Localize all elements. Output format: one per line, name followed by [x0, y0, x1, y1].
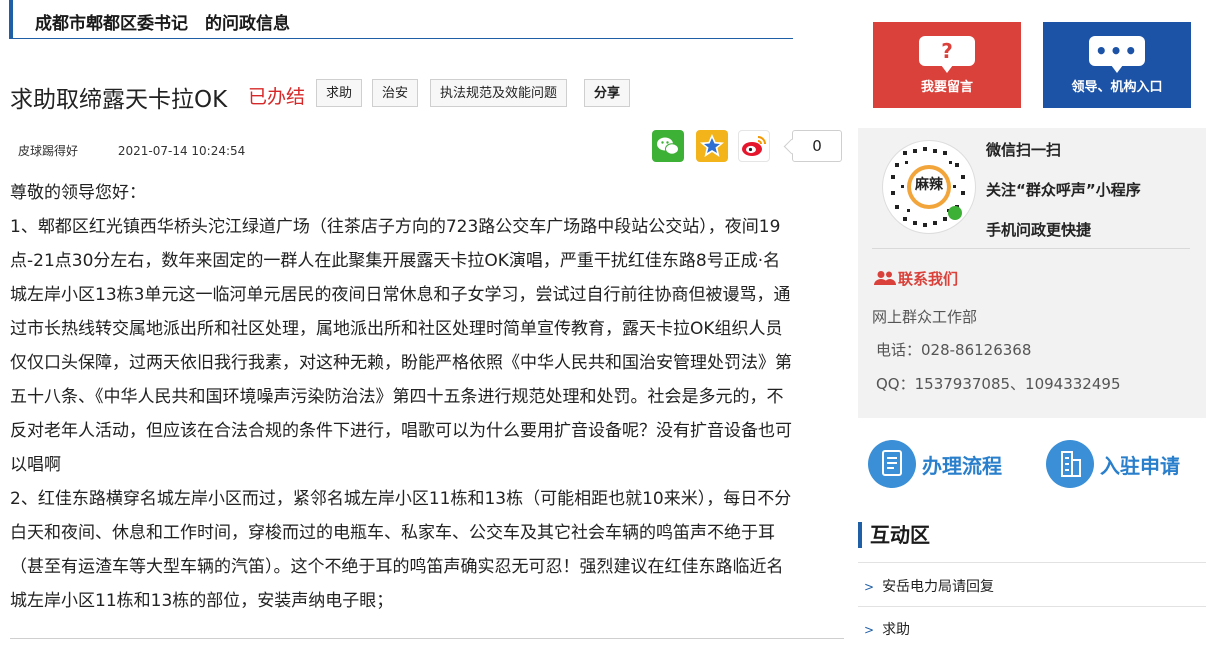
question-mark-icon: ? — [941, 39, 953, 63]
share-count: 0 — [792, 130, 842, 162]
ellipsis-icon: ••• — [1094, 39, 1140, 63]
leader-entry-button[interactable]: ••• 领导、机构入口 — [1043, 22, 1191, 108]
qr-line-mobile: 手机问政更快捷 — [986, 221, 1092, 239]
chevron-right-icon: > — [864, 580, 875, 594]
post-meta: 皮球踢得好 2021-07-14 10:24:54 — [18, 142, 245, 159]
tag-qiuzhu[interactable]: 求助 — [316, 79, 363, 107]
tag-zhian[interactable]: 治安 — [372, 79, 419, 107]
panel-divider — [872, 248, 1190, 249]
share-button[interactable]: 分享 — [584, 79, 631, 107]
wechat-share-icon[interactable] — [652, 130, 684, 162]
main-content: 成都市郫都区委书记 的问政信息 求助取缔露天卡拉OK 已办结 求助 治安 执法规… — [0, 0, 850, 645]
process-flow-label: 办理流程 — [922, 454, 1002, 478]
weibo-share-icon[interactable] — [738, 130, 770, 162]
document-icon — [868, 440, 916, 488]
sidebar: ? 我要留言 ••• 领导、机构入口 麻辣 微信扫一扫 关注“群众呼声”小程序 … — [858, 0, 1206, 645]
content-divider — [10, 638, 844, 639]
author-name[interactable]: 皮球踢得好 — [18, 144, 78, 158]
post-body: 尊敬的领导您好： 1、郫都区红光镇西华桥头沱江绿道广场（往茶店子方向的723路公… — [10, 176, 792, 618]
speech-bubble-icon: ? — [919, 36, 975, 73]
qr-contact-panel: 麻辣 微信扫一扫 关注“群众呼声”小程序 手机问政更快捷 联系我们 网上群众工作… — [858, 128, 1206, 418]
contact-title-label: 联系我们 — [898, 270, 959, 288]
post-body-greeting: 尊敬的领导您好： — [10, 183, 146, 203]
post-title: 求助取缔露天卡拉OK — [10, 87, 228, 113]
breadcrumb-text[interactable]: 成都市郫都区委书记 的问政信息 — [35, 9, 290, 34]
contact-qq: QQ：1537937085、1094332495 — [876, 375, 1121, 393]
tag-zhifa[interactable]: 执法规范及效能问题 — [430, 79, 568, 107]
qzone-share-icon[interactable] — [696, 130, 728, 162]
qr-badge-text: 麻辣 — [915, 177, 943, 193]
post-body-paragraph-1: 1、郫都区红光镇西华桥头沱江绿道广场（往茶店子方向的723路公交车广场路中段站公… — [10, 217, 792, 475]
post-title-row: 求助取缔露天卡拉OK 已办结 求助 治安 执法规范及效能问题 分享 — [10, 78, 840, 113]
list-item[interactable]: > 安岳电力局请回复 — [864, 576, 994, 596]
area-divider — [858, 606, 1206, 607]
contact-title: 联系我们 — [874, 268, 958, 290]
list-item-label: 安岳电力局请回复 — [882, 579, 995, 595]
mini-program-qr-code: 麻辣 — [882, 140, 976, 234]
leave-message-button[interactable]: ? 我要留言 — [873, 22, 1021, 108]
post-datetime: 2021-07-14 10:24:54 — [117, 144, 246, 158]
qr-line-follow: 关注“群众呼声”小程序 — [986, 181, 1141, 199]
contact-phone: 电话：028-86126368 — [876, 341, 1032, 359]
leader-entry-label: 领导、机构入口 — [1071, 80, 1163, 95]
users-icon — [874, 270, 898, 290]
contact-dept: 网上群众工作部 — [872, 308, 978, 326]
chevron-right-icon: > — [864, 623, 875, 637]
join-apply-label: 入驻申请 — [1100, 454, 1180, 478]
breadcrumb: 成都市郫都区委书记 的问政信息 — [9, 0, 793, 39]
status-badge: 已办结 — [248, 86, 306, 108]
interactive-area-title: 互动区 — [858, 522, 930, 548]
qr-line-scan: 微信扫一扫 — [986, 141, 1062, 159]
speech-bubble-icon: ••• — [1089, 36, 1145, 73]
leave-message-label: 我要留言 — [920, 80, 973, 95]
post-body-paragraph-2: 2、红佳东路横穿名城左岸小区而过，紧邻名城左岸小区11栋和13栋（可能相距也就1… — [10, 489, 792, 611]
building-icon — [1046, 440, 1094, 488]
list-item-label: 求助 — [882, 622, 911, 638]
area-divider — [858, 562, 1206, 563]
list-item[interactable]: > 求助 — [864, 619, 910, 639]
